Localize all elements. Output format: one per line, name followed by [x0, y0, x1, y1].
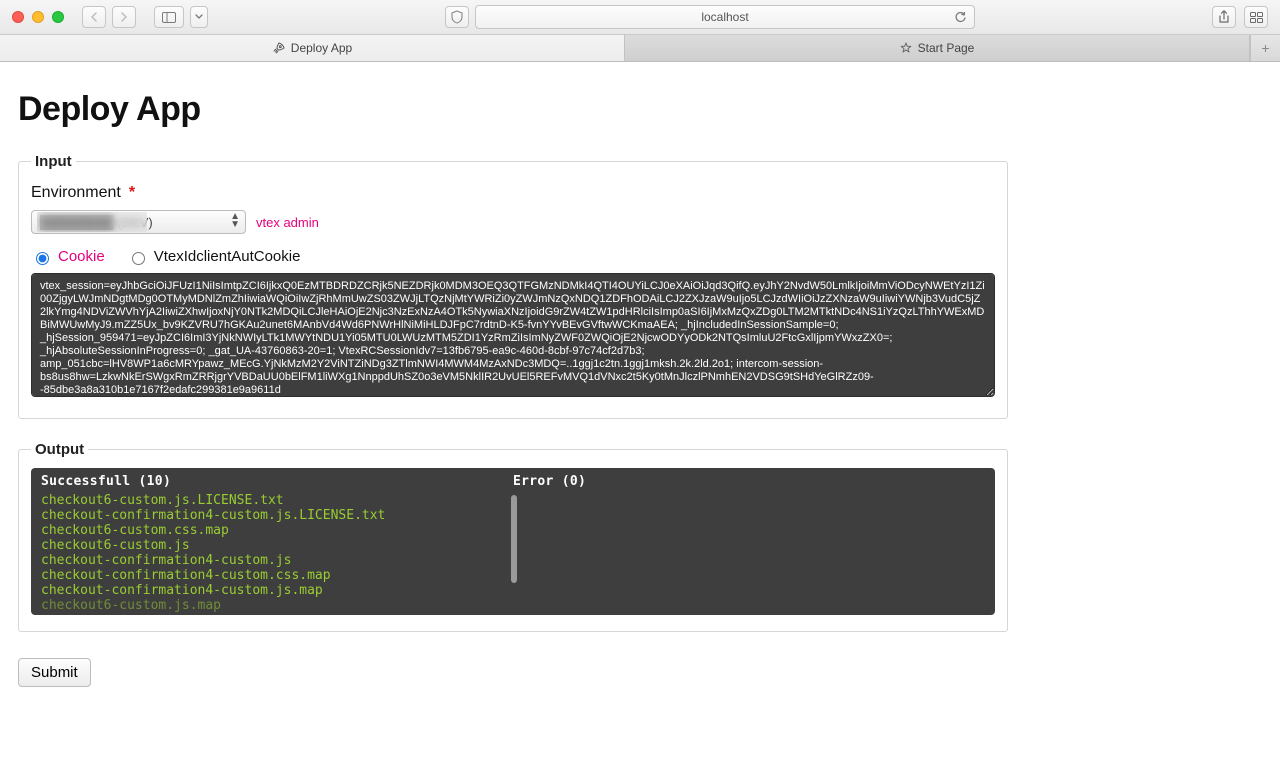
environment-select[interactable]: ████████ (DEV)	[31, 210, 246, 234]
shield-icon	[451, 10, 463, 24]
success-header: Successfull (10)	[41, 474, 513, 489]
window-titlebar: localhost	[0, 0, 1280, 35]
success-file: checkout6-custom.js.map	[41, 598, 503, 613]
tab-label: Deploy App	[291, 41, 352, 55]
reload-icon	[955, 12, 966, 23]
output-fieldset: Output Successfull (10) Error (0) checko…	[18, 441, 1008, 632]
rocket-icon	[272, 42, 285, 55]
error-file-list	[513, 493, 995, 615]
tab-start-page[interactable]: Start Page	[625, 35, 1250, 61]
success-file: checkout6-custom.js	[41, 538, 503, 553]
back-button[interactable]	[82, 6, 106, 28]
vtex-admin-link[interactable]: vtex admin	[256, 215, 319, 230]
output-legend: Output	[31, 441, 88, 458]
tab-bar: Deploy App Start Page +	[0, 35, 1280, 62]
success-file: checkout-confirmation4-custom.js.map	[41, 583, 503, 598]
radio-vtexid-label: VtexIdclientAutCookie	[154, 248, 301, 265]
radio-cookie-input[interactable]	[36, 252, 49, 265]
tab-label: Start Page	[918, 41, 975, 55]
input-fieldset: Input Environment * ████████ (DEV) ▲▼ vt…	[18, 153, 1008, 419]
error-header: Error (0)	[513, 474, 985, 489]
radio-vtexid[interactable]: VtexIdclientAutCookie	[127, 248, 301, 265]
grid-icon	[1250, 12, 1263, 23]
page-content: Deploy App Input Environment * ████████ …	[0, 62, 1280, 717]
auth-radio-group: Cookie VtexIdclientAutCookie	[31, 248, 995, 265]
radio-vtexid-input[interactable]	[132, 252, 145, 265]
sidebar-toggle-button[interactable]	[154, 6, 184, 28]
environment-label-row: Environment *	[31, 184, 995, 202]
radio-cookie[interactable]: Cookie	[31, 248, 105, 265]
scrollbar-thumb[interactable]	[511, 495, 517, 583]
success-file: checkout-confirmation4-custom.js	[41, 553, 503, 568]
plus-icon: +	[1261, 40, 1269, 56]
success-file: checkout6-custom.js.LICENSE.txt	[41, 493, 503, 508]
minimize-window-button[interactable]	[32, 11, 44, 23]
tab-overview-button[interactable]	[1244, 6, 1268, 28]
environment-label: Environment	[31, 184, 121, 202]
required-mark: *	[129, 184, 135, 202]
maximize-window-button[interactable]	[52, 11, 64, 23]
chevron-right-icon	[120, 12, 128, 22]
star-icon	[900, 42, 912, 54]
success-file: checkout-confirmation4-custom.js.LICENSE…	[41, 508, 503, 523]
address-bar[interactable]: localhost	[475, 5, 975, 29]
nav-buttons	[82, 6, 136, 28]
close-window-button[interactable]	[12, 11, 24, 23]
chevron-left-icon	[90, 12, 98, 22]
success-file-list: checkout6-custom.js.LICENSE.txtcheckout-…	[31, 493, 513, 615]
address-url: localhost	[701, 10, 748, 24]
sidebar-menu-button[interactable]	[190, 6, 208, 28]
cookie-textarea[interactable]: vtex_session=eyJhbGciOiJFUzI1NiIsImtpZCI…	[31, 273, 995, 397]
success-file: checkout6-custom.css.map	[41, 523, 503, 538]
output-header: Successfull (10) Error (0)	[31, 468, 995, 493]
privacy-report-button[interactable]	[445, 6, 469, 28]
share-button[interactable]	[1212, 6, 1236, 28]
sidebar-icon	[162, 12, 176, 23]
chevron-down-icon	[195, 14, 203, 20]
share-icon	[1218, 10, 1230, 24]
input-legend: Input	[31, 153, 76, 170]
tab-deploy-app[interactable]: Deploy App	[0, 35, 625, 61]
new-tab-button[interactable]: +	[1250, 35, 1280, 61]
success-file: checkout-confirmation4-custom.css.map	[41, 568, 503, 583]
traffic-lights	[12, 11, 64, 23]
forward-button[interactable]	[112, 6, 136, 28]
reload-button[interactable]	[955, 12, 966, 23]
radio-cookie-label: Cookie	[58, 248, 105, 265]
page-title: Deploy App	[18, 90, 1262, 129]
output-console: Successfull (10) Error (0) checkout6-cus…	[31, 468, 995, 615]
submit-button[interactable]: Submit	[18, 658, 91, 687]
